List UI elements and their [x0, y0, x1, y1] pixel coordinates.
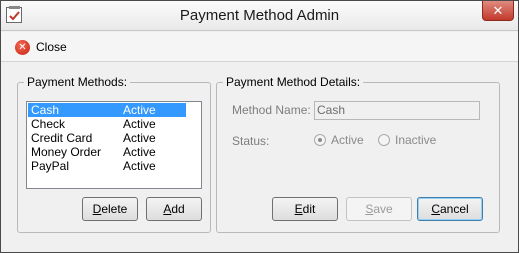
payment-methods-group: Payment Methods: Cash Active Check Activ… [17, 75, 211, 233]
status-label: Status: [232, 134, 270, 148]
close-icon: ✕ [15, 39, 30, 55]
method-name: PayPal [31, 159, 70, 173]
list-item[interactable]: Check Active [28, 117, 186, 131]
status-active-label: Active [331, 133, 364, 147]
method-name: Check [31, 117, 66, 131]
radio-selected-icon [314, 134, 326, 146]
method-status: Active [123, 103, 156, 117]
method-status: Active [123, 159, 156, 173]
method-status: Active [123, 145, 156, 159]
window-close-button[interactable]: ✕ [482, 1, 514, 21]
payment-method-details-group: Payment Method Details: Method Name: Cas… [216, 75, 500, 233]
payment-methods-legend: Payment Methods: [24, 75, 131, 89]
toolbar: ✕ Close [1, 32, 518, 62]
status-inactive-label: Inactive [395, 133, 437, 147]
payment-method-details-legend: Payment Method Details: [223, 75, 364, 89]
toolbar-close-label: Close [36, 40, 67, 54]
list-item[interactable]: Cash Active [28, 103, 186, 117]
list-item[interactable]: PayPal Active [28, 159, 186, 173]
status-active-radio[interactable]: Active [314, 133, 364, 147]
radio-unselected-icon [378, 134, 390, 146]
window-title: Payment Method Admin [179, 7, 340, 24]
add-button[interactable]: Add [146, 197, 202, 221]
payment-method-admin-window: Payment Method Admin ✕ ✕ Close Payment M… [0, 0, 519, 253]
method-name-field[interactable]: Cash [314, 101, 480, 120]
method-name: Money Order [31, 145, 102, 159]
title-bar[interactable]: Payment Method Admin ✕ [1, 1, 518, 31]
list-item[interactable]: Credit Card Active [28, 131, 186, 145]
toolbar-close-button[interactable]: ✕ Close [15, 38, 67, 56]
delete-button[interactable]: Delete [82, 197, 138, 221]
list-item[interactable]: Money Order Active [28, 145, 186, 159]
method-name-label: Method Name: [232, 103, 311, 117]
payment-methods-list[interactable]: Cash Active Check Active Credit Card Act… [26, 101, 202, 189]
method-name: Cash [31, 103, 60, 117]
method-status: Active [123, 117, 156, 131]
method-status: Active [123, 131, 156, 145]
status-inactive-radio[interactable]: Inactive [378, 133, 436, 147]
edit-button[interactable]: Edit [272, 197, 338, 221]
method-name: Credit Card [31, 131, 93, 145]
cancel-button[interactable]: Cancel [417, 197, 483, 221]
close-icon: ✕ [492, 3, 504, 18]
save-button[interactable]: Save [346, 197, 412, 221]
